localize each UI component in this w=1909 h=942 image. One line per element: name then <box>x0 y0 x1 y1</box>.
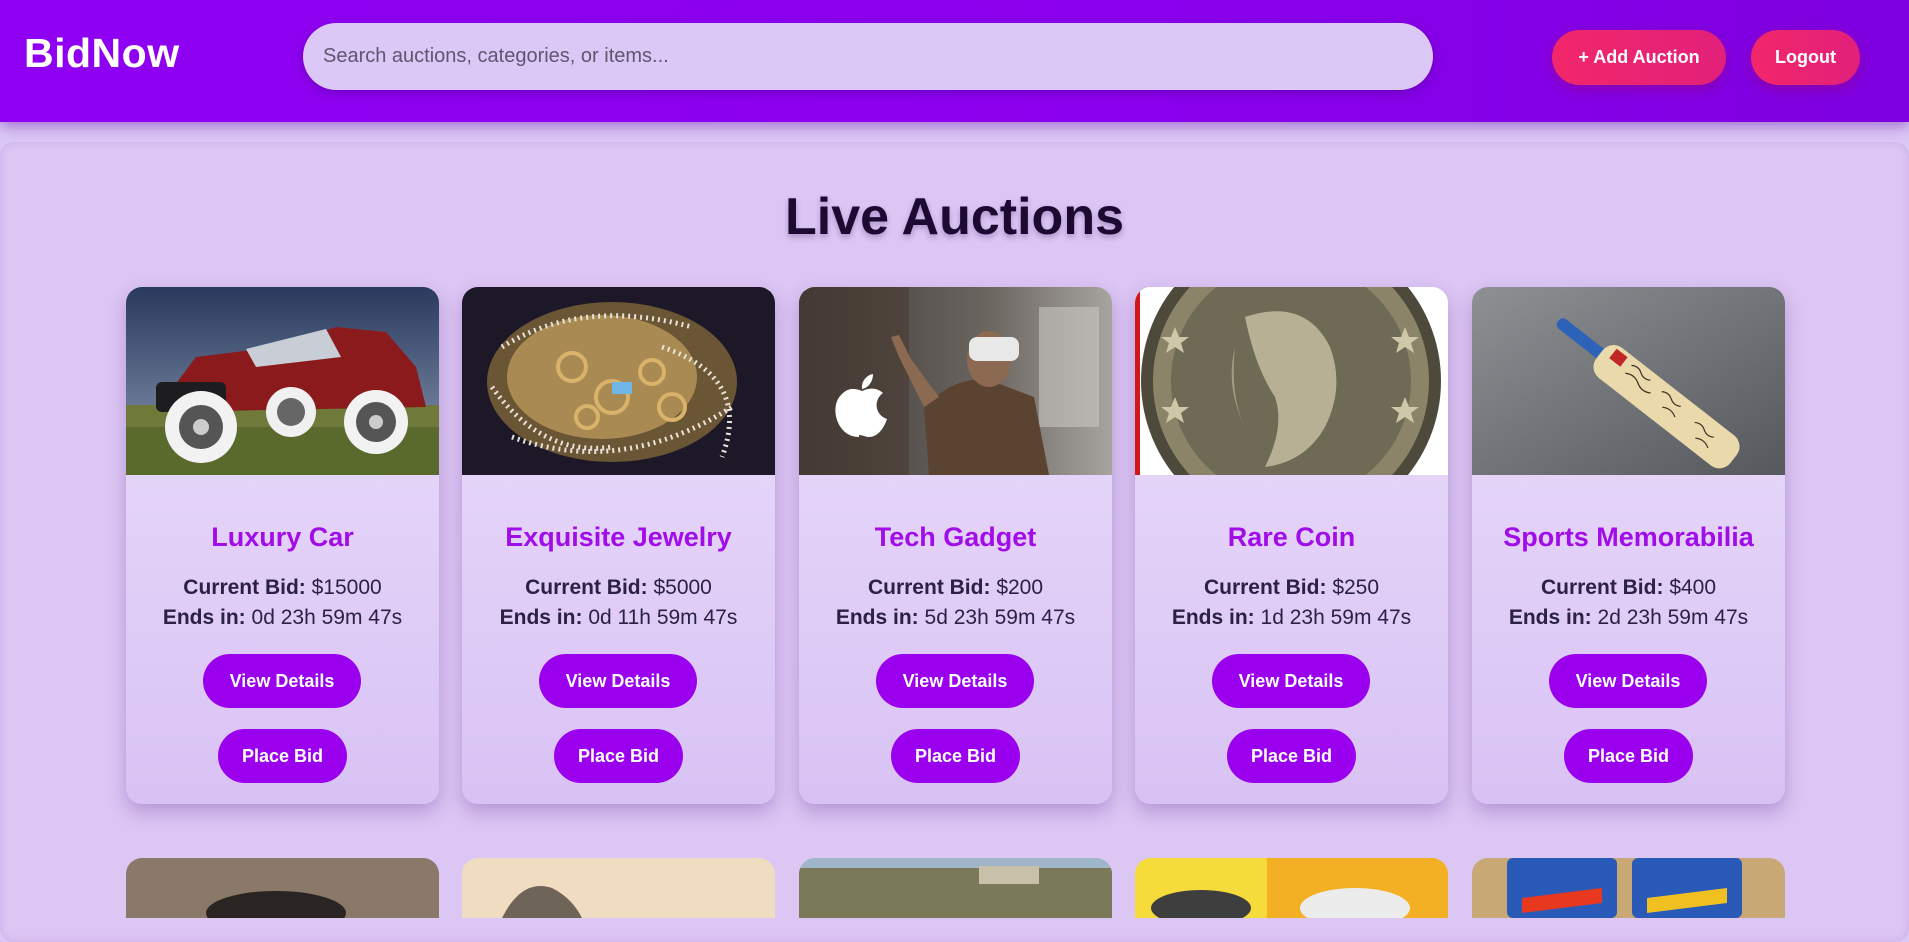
top-header: BidNow + Add Auction Logout <box>0 0 1909 122</box>
place-bid-button[interactable]: Place Bid <box>554 729 683 783</box>
ends-in-value: 2d 23h 59m 47s <box>1597 606 1749 629</box>
ends-in-value: 1d 23h 59m 47s <box>1260 606 1412 629</box>
place-bid-button[interactable]: Place Bid <box>891 729 1020 783</box>
current-bid-label: Current Bid: <box>525 576 648 599</box>
auction-title: Luxury Car <box>211 522 354 552</box>
search-input[interactable] <box>303 23 1433 90</box>
auction-image-partial <box>462 858 775 918</box>
auction-card: Rare Coin Current Bid: $250 Ends in: 1d … <box>1135 287 1448 804</box>
current-bid-label: Current Bid: <box>183 576 306 599</box>
ends-in-value: 0d 23h 59m 47s <box>251 606 403 629</box>
auction-image-partial <box>799 858 1112 918</box>
auction-image-jewelry <box>462 287 775 475</box>
current-bid-value: $200 <box>996 576 1044 599</box>
ends-in-label: Ends in: <box>1171 606 1255 629</box>
page-title: Live Auctions <box>784 188 1124 246</box>
current-bid-value: $5000 <box>653 576 712 599</box>
auction-image-vr <box>799 287 1112 475</box>
view-details-button[interactable]: View Details <box>1212 654 1370 708</box>
current-bid-value: $400 <box>1669 576 1717 599</box>
view-details-button[interactable]: View Details <box>203 654 361 708</box>
ends-in-label: Ends in: <box>499 606 583 629</box>
current-bid-value: $15000 <box>311 576 382 599</box>
auction-image-coin <box>1135 287 1448 475</box>
current-bid-label: Current Bid: <box>867 576 991 599</box>
ends-in-value: 0d 11h 59m 47s <box>588 606 738 629</box>
auction-card-partial[interactable] <box>799 858 1112 918</box>
ends-in-label: Ends in: <box>835 606 919 629</box>
auction-image-partial <box>126 858 439 918</box>
auction-card: Tech Gadget Current Bid: $200 Ends in: 5… <box>799 287 1112 804</box>
auction-image-partial <box>1135 858 1448 918</box>
ends-in-value: 5d 23h 59m 47s <box>924 606 1076 629</box>
logout-button[interactable]: Logout <box>1751 30 1860 85</box>
view-details-button[interactable]: View Details <box>1549 654 1707 708</box>
current-bid-label: Current Bid: <box>1540 576 1664 599</box>
place-bid-button[interactable]: Place Bid <box>218 729 347 783</box>
place-bid-button[interactable]: Place Bid <box>1227 729 1356 783</box>
auction-card: Luxury Car Current Bid: $15000 Ends in: … <box>126 287 439 804</box>
auction-card-partial[interactable] <box>1472 858 1785 918</box>
auction-title: Exquisite Jewelry <box>505 522 732 552</box>
view-details-button[interactable]: View Details <box>539 654 697 708</box>
auction-card-partial[interactable] <box>126 858 439 918</box>
auction-title: Rare Coin <box>1227 522 1356 552</box>
auction-image-cricket-bat <box>1472 287 1785 475</box>
ends-in-label: Ends in: <box>162 606 246 629</box>
auction-card-partial[interactable] <box>462 858 775 918</box>
auction-card: Sports Memorabilia Current Bid: $400 End… <box>1472 287 1785 804</box>
current-bid-value: $250 <box>1332 576 1380 599</box>
auction-image-partial <box>1472 858 1785 918</box>
auction-title: Sports Memorabilia <box>1503 522 1754 552</box>
view-details-button[interactable]: View Details <box>876 654 1034 708</box>
auction-image-car <box>126 287 439 475</box>
auction-card-partial[interactable] <box>1135 858 1448 918</box>
auction-title: Tech Gadget <box>874 522 1037 552</box>
add-auction-button[interactable]: + Add Auction <box>1552 30 1726 85</box>
brand-logo[interactable]: BidNow <box>24 30 180 77</box>
current-bid-label: Current Bid: <box>1203 576 1327 599</box>
ends-in-label: Ends in: <box>1508 606 1592 629</box>
place-bid-button[interactable]: Place Bid <box>1564 729 1693 783</box>
auction-card: Exquisite Jewelry Current Bid: $5000 End… <box>462 287 775 804</box>
